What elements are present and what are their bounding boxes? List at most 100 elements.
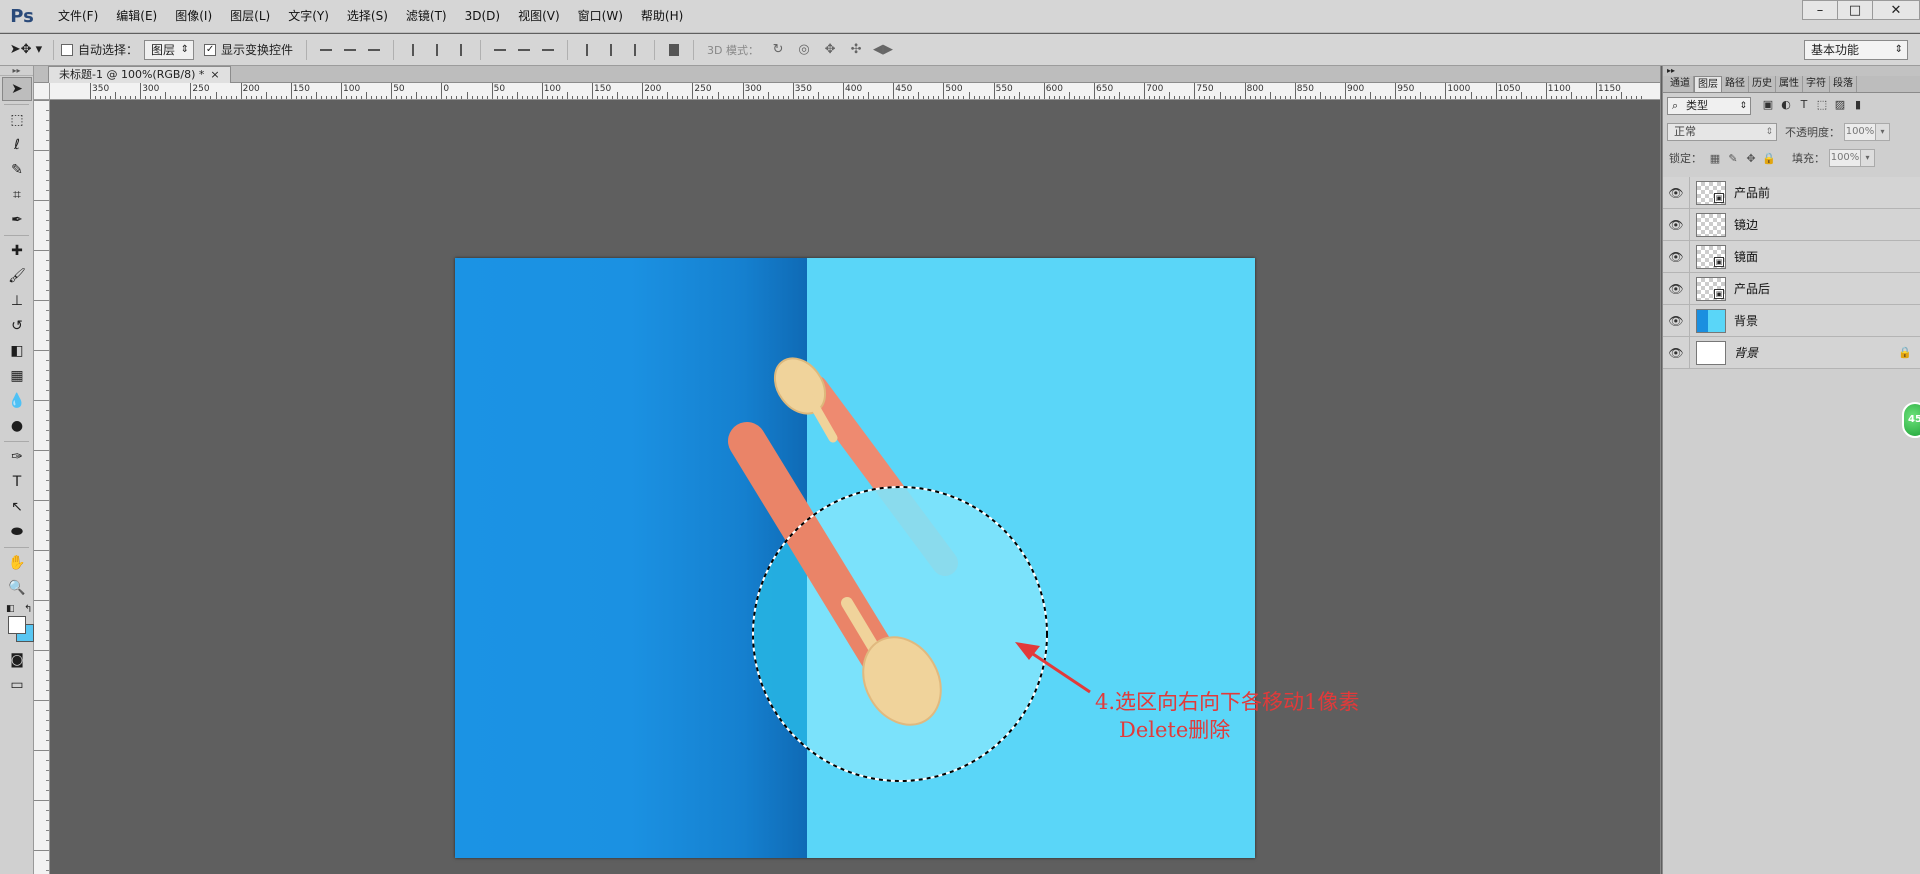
close-tab-icon[interactable]: × [210,68,219,81]
align-left-icon[interactable] [405,42,421,58]
lock-transparent-icon[interactable]: ▦ [1708,152,1722,165]
filter-pixel-icon[interactable]: ▣ [1760,98,1776,114]
menu-item-8[interactable]: 视图(V) [509,0,569,33]
layer-row[interactable]: 👁 背景 [1663,304,1920,337]
filter-smart-icon[interactable]: ▨ [1832,98,1848,114]
marquee-tool-icon[interactable]: ⬚ [2,108,32,132]
fill-slider-toggle[interactable]: ▾ [1861,149,1875,167]
panel-grip[interactable]: ▸▸ [1663,66,1920,76]
minimize-button[interactable]: – [1802,0,1838,20]
layer-name[interactable]: 镜面 [1734,248,1920,265]
healing-brush-icon[interactable]: ✚ [2,239,32,263]
menu-item-3[interactable]: 图层(L) [221,0,279,33]
filter-toggle-icon[interactable]: ▮ [1850,98,1866,114]
quick-mask-icon[interactable]: ◙ [2,648,32,672]
layer-row[interactable]: 👁 ▣ 产品后 [1663,272,1920,305]
layer-name[interactable]: 镜边 [1734,216,1920,233]
document-canvas[interactable] [455,258,1255,858]
menu-item-4[interactable]: 文字(Y) [279,0,338,33]
menu-item-5[interactable]: 选择(S) [338,0,397,33]
lock-pixels-icon[interactable]: ✎ [1726,152,1740,165]
distribute-right-icon[interactable] [627,42,643,58]
dodge-tool-icon[interactable]: ● [2,414,32,438]
layer-row[interactable]: 👁 ▣ 镜面 [1663,240,1920,273]
clone-stamp-icon[interactable]: ⊥ [2,289,32,313]
align-right-icon[interactable] [453,42,469,58]
panel-tab-4[interactable]: 属性 [1776,76,1803,92]
filter-adjust-icon[interactable]: ◐ [1778,98,1794,114]
screen-mode-icon[interactable]: ▭ [2,673,32,697]
layer-row[interactable]: 👁 背景 🔒 [1663,336,1920,369]
layer-thumbnail[interactable]: ▣ [1696,276,1726,301]
menu-item-1[interactable]: 编辑(E) [107,0,166,33]
visibility-eye-icon[interactable]: 👁 [1663,186,1689,200]
visibility-eye-icon[interactable]: 👁 [1663,346,1689,360]
fill-input[interactable]: 100% [1829,149,1861,167]
panel-tab-1[interactable]: 图层 [1694,76,1722,92]
auto-select-dropdown[interactable]: 图层 [144,39,195,60]
blend-mode-dropdown[interactable]: 正常 [1667,123,1777,141]
layer-kind-filter[interactable]: ⌕ 类型 [1667,97,1751,115]
visibility-eye-icon[interactable]: 👁 [1663,282,1689,296]
auto-select-checkbox[interactable] [61,43,73,56]
distribute-vcenter-icon[interactable] [516,42,532,58]
zoom-tool-icon[interactable]: 🔍 [2,576,32,600]
drag-3d-icon[interactable]: ✥ [821,42,839,58]
gradient-tool-icon[interactable]: ▦ [2,364,32,388]
menu-item-6[interactable]: 滤镜(T) [397,0,456,33]
pen-tool-icon[interactable]: ✑ [2,445,32,469]
blur-tool-icon[interactable]: 💧 [2,389,32,413]
align-hcenter-icon[interactable] [429,42,445,58]
visibility-eye-icon[interactable]: 👁 [1663,218,1689,232]
layer-name[interactable]: 产品前 [1734,184,1920,201]
panel-tab-6[interactable]: 段落 [1830,76,1857,92]
layer-thumbnail[interactable]: ▣ [1696,244,1726,269]
distribute-bottom-icon[interactable] [540,42,556,58]
menu-item-10[interactable]: 帮助(H) [632,0,692,33]
maximize-button[interactable]: □ [1837,0,1873,20]
panel-tab-2[interactable]: 路径 [1722,76,1749,92]
close-button[interactable]: ✕ [1872,0,1920,20]
distribute-top-icon[interactable] [492,42,508,58]
move-tool-icon[interactable]: ➤ [2,77,32,101]
rotate-3d-icon[interactable]: ↻ [769,42,787,58]
lock-all-icon[interactable]: 🔒 [1762,152,1776,165]
swap-colors-icon[interactable]: ↰ [24,604,32,615]
ruler-origin[interactable] [34,83,50,100]
lasso-tool-icon[interactable]: ℓ [2,133,32,157]
hand-tool-icon[interactable]: ✋ [2,551,32,575]
menu-item-9[interactable]: 窗口(W) [569,0,632,33]
toolbar-grip[interactable]: ▸▸ [0,66,33,76]
scale-3d-icon[interactable]: ◀▶ [873,42,893,58]
menu-item-2[interactable]: 图像(I) [166,0,221,33]
layer-name[interactable]: 产品后 [1734,280,1920,297]
visibility-eye-icon[interactable]: 👁 [1663,250,1689,264]
brush-tool-icon[interactable]: 🖌 [2,264,32,288]
layer-thumbnail[interactable] [1696,308,1726,333]
panel-tab-5[interactable]: 字符 [1803,76,1830,92]
filter-type-icon[interactable]: T [1796,98,1812,114]
workspace-dropdown[interactable]: 基本功能 [1804,40,1908,60]
quick-select-tool-icon[interactable]: ✎ [2,158,32,182]
menu-item-7[interactable]: 3D(D) [456,0,509,33]
align-top-icon[interactable] [318,42,334,58]
layer-row[interactable]: 👁 镜边 [1663,208,1920,241]
eyedropper-tool-icon[interactable]: ✒ [2,208,32,232]
distribute-hcenter-icon[interactable] [603,42,619,58]
history-brush-icon[interactable]: ↺ [2,314,32,338]
slide-3d-icon[interactable]: ✣ [847,42,865,58]
vertical-ruler[interactable] [34,100,50,874]
menu-item-0[interactable]: 文件(F) [49,0,107,33]
opacity-input[interactable]: 100% [1844,123,1876,141]
auto-align-icon[interactable] [666,42,682,58]
type-tool-icon[interactable]: T [2,470,32,494]
distribute-left-icon[interactable] [579,42,595,58]
roll-3d-icon[interactable]: ◎ [795,42,813,58]
layer-thumbnail[interactable]: ▣ [1696,180,1726,205]
eraser-tool-icon[interactable]: ◧ [2,339,32,363]
align-vcenter-icon[interactable] [342,42,358,58]
layer-name[interactable]: 背景 [1734,344,1890,361]
align-bottom-icon[interactable] [366,42,382,58]
filter-shape-icon[interactable]: ⬚ [1814,98,1830,114]
layer-name[interactable]: 背景 [1734,312,1920,329]
